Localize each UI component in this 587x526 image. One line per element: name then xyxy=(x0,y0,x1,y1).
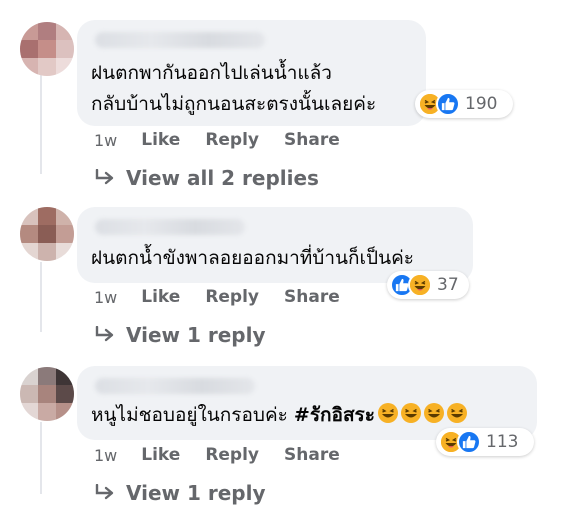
comment-timestamp[interactable]: 1w xyxy=(94,288,117,307)
reaction-summary[interactable]: 37 xyxy=(387,271,469,299)
comment-text-line: กลับบ้านไม่ถูกนอนสะตรงนั้นเลยค่ะ xyxy=(91,93,377,115)
thread-line xyxy=(40,262,42,332)
reply-button[interactable]: Reply xyxy=(205,130,259,150)
author-name-blurred[interactable] xyxy=(95,219,245,235)
comment-actions: 1w Like Reply Share xyxy=(94,286,365,308)
view-replies-label: View all 2 replies xyxy=(126,166,319,190)
reply-button[interactable]: Reply xyxy=(205,287,259,307)
comment-text: หนูไม่ชอบอยู่ในกรอบค่ะ xyxy=(91,404,294,426)
laughing-emoji-icon xyxy=(377,400,469,431)
comment-actions: 1w Like Reply Share xyxy=(94,129,365,151)
comment-actions: 1w Like Reply Share xyxy=(94,444,365,466)
haha-reaction-icon xyxy=(408,273,432,297)
share-button[interactable]: Share xyxy=(284,287,340,307)
comment-text-line: ฝนตกพากันออกไปเล่นน้ำแล้ว xyxy=(91,62,332,84)
reaction-summary[interactable]: 113 xyxy=(436,428,534,456)
like-button[interactable]: Like xyxy=(141,287,180,307)
reaction-count: 113 xyxy=(486,432,519,452)
comment-timestamp[interactable]: 1w xyxy=(94,131,117,150)
avatar[interactable] xyxy=(20,207,74,261)
author-name-blurred[interactable] xyxy=(95,378,255,394)
reaction-count: 190 xyxy=(465,94,498,114)
reply-arrow-icon xyxy=(94,484,116,502)
comment-text-line: หนูไม่ชอบอยู่ในกรอบค่ะ #รักอิสระ xyxy=(91,400,469,431)
avatar[interactable] xyxy=(20,22,74,76)
view-replies-link[interactable]: View 1 reply xyxy=(94,479,266,507)
thread-line xyxy=(40,422,42,494)
like-reaction-icon xyxy=(457,430,481,454)
thread-line xyxy=(40,74,42,174)
view-replies-label: View 1 reply xyxy=(126,323,266,347)
reply-arrow-icon xyxy=(94,169,116,187)
avatar[interactable] xyxy=(20,367,74,421)
reaction-count: 37 xyxy=(437,275,459,295)
reply-button[interactable]: Reply xyxy=(205,445,259,465)
view-replies-link[interactable]: View 1 reply xyxy=(94,321,266,349)
like-reaction-icon xyxy=(436,92,460,116)
view-replies-label: View 1 reply xyxy=(126,481,266,505)
share-button[interactable]: Share xyxy=(284,445,340,465)
hashtag-link[interactable]: #รักอิสระ xyxy=(294,404,375,426)
comment-timestamp[interactable]: 1w xyxy=(94,446,117,465)
like-button[interactable]: Like xyxy=(141,445,180,465)
view-replies-link[interactable]: View all 2 replies xyxy=(94,164,319,192)
reply-arrow-icon xyxy=(94,326,116,344)
share-button[interactable]: Share xyxy=(284,130,340,150)
comment-bubble: ฝนตกพากันออกไปเล่นน้ำแล้ว กลับบ้านไม่ถูก… xyxy=(77,20,426,126)
like-button[interactable]: Like xyxy=(141,130,180,150)
comment-text-line: ฝนตกน้ำขังพาลอยออกมาที่บ้านก็เป็นค่ะ xyxy=(91,247,414,269)
reaction-summary[interactable]: 190 xyxy=(415,90,513,118)
author-name-blurred[interactable] xyxy=(95,32,265,48)
